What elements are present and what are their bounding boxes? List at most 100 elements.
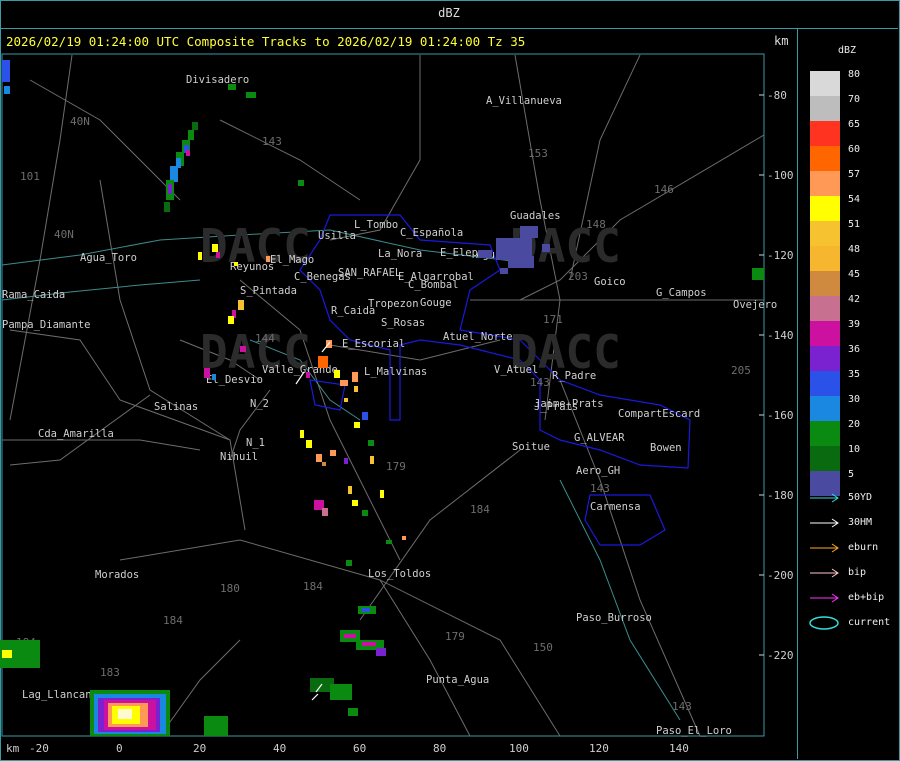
scale-label-20: 20 [848,419,861,430]
track-label-eb+bip: eb+bip [848,592,885,603]
svg-text:-100: -100 [767,169,794,182]
track-arrow-icon [810,593,839,603]
svg-text:120: 120 [589,742,609,755]
svg-text:179: 179 [386,460,406,473]
svg-text:143: 143 [262,135,282,148]
scale-swatch-10 [810,446,840,471]
svg-text:N_1: N_1 [246,437,265,449]
scale-swatch-39 [810,321,840,346]
svg-text:Divisadero: Divisadero [186,74,249,86]
svg-text:180: 180 [220,582,240,595]
svg-text:C_Bombal: C_Bombal [408,279,459,291]
svg-text:SAN_RAFAEL: SAN_RAFAEL [338,267,401,279]
scale-label-60: 60 [848,144,861,155]
radar-echo-cells [0,60,764,736]
scale-swatch-65 [810,121,840,146]
svg-text:Atuel_Norte: Atuel_Norte [443,331,513,343]
svg-text:203: 203 [568,270,588,283]
svg-text:Goico: Goico [594,276,626,288]
current-ellipse-icon [809,616,839,630]
track-arrow-icon [810,518,839,528]
window-title: dBZ [438,6,460,20]
svg-text:-180: -180 [767,489,794,502]
scale-label-51: 51 [848,219,861,230]
svg-text:A_Villanueva: A_Villanueva [486,95,562,107]
svg-text:Jaime_Prats: Jaime_Prats [534,398,604,410]
scale-label-5: 5 [848,469,855,480]
svg-text:80: 80 [433,742,446,755]
svg-text:Pampa_Diamante: Pampa_Diamante [2,319,91,331]
svg-text:V_Atuel: V_Atuel [494,364,538,376]
svg-text:143: 143 [590,482,610,495]
svg-text:Morados: Morados [95,569,139,581]
svg-text:N_2: N_2 [250,398,269,410]
svg-text:184: 184 [163,614,183,627]
svg-text:150: 150 [533,641,553,654]
svg-text:G_ALVEAR: G_ALVEAR [574,432,625,444]
svg-text:140: 140 [669,742,689,755]
svg-text:148: 148 [586,218,606,231]
scale-swatch-45 [810,271,840,296]
svg-text:20: 20 [193,742,206,755]
scale-label-80: 80 [848,69,861,80]
svg-text:Tropezon: Tropezon [368,298,419,310]
svg-text:0: 0 [116,742,123,755]
svg-text:-220: -220 [767,649,794,662]
svg-text:40: 40 [273,742,286,755]
svg-text:Los_Toldos: Los_Toldos [368,568,431,580]
radar-map[interactable]: DACC DACC DACC DACC 10140N40N 143153146 … [0,29,797,761]
scale-swatch-35 [810,371,840,396]
svg-text:183: 183 [100,666,120,679]
x-axis: km -20 0 20 40 60 80 100 120 140 [6,742,689,755]
svg-text:153: 153 [528,147,548,160]
svg-text:143: 143 [530,376,550,389]
svg-text:Aero_GH: Aero_GH [576,465,620,477]
track-label-30HM: 30HM [848,517,873,528]
scale-swatch-48 [810,246,840,271]
district-boundaries [299,214,691,546]
svg-text:-160: -160 [767,409,794,422]
scale-swatch-20 [810,421,840,446]
svg-text:CompartEscard: CompartEscard [618,408,700,420]
svg-text:R_Padre: R_Padre [552,370,596,382]
svg-text:Ovejero: Ovejero [733,299,777,311]
svg-text:40N: 40N [70,115,90,128]
svg-text:C_Española: C_Española [400,227,463,239]
svg-text:Cda_Amarilla: Cda_Amarilla [38,428,114,440]
svg-text:S_Pintada: S_Pintada [240,285,297,297]
scale-label-35: 35 [848,369,861,380]
svg-text:km: km [6,742,20,755]
scale-swatch-30 [810,396,840,421]
svg-text:146: 146 [654,183,674,196]
svg-text:Paso_El_Loro: Paso_El_Loro [656,725,732,737]
svg-text:-80: -80 [767,89,787,102]
svg-text:205: 205 [731,364,751,377]
svg-text:-120: -120 [767,249,794,262]
svg-text:Agua_Toro: Agua_Toro [80,252,137,264]
svg-text:La_Nora: La_Nora [378,248,422,260]
scale-label-10: 10 [848,444,861,455]
track-arrow-icon [810,543,839,553]
svg-text:101: 101 [20,170,40,183]
svg-text:171: 171 [543,313,563,326]
scale-label-45: 45 [848,269,861,280]
svg-text:100: 100 [509,742,529,755]
scale-swatch-51 [810,221,840,246]
scale-swatch-57 [810,171,840,196]
svg-text:-200: -200 [767,569,794,582]
scale-label-70: 70 [848,94,861,105]
track-label-current: current [848,617,891,628]
svg-text:Nihuil: Nihuil [220,451,258,463]
scale-label-48: 48 [848,244,861,255]
svg-text:Carmensa: Carmensa [590,501,641,513]
svg-text:Paso_Burroso: Paso_Burroso [576,612,652,624]
track-label-bip: bip [848,567,867,578]
track-arrow-icon [810,493,839,503]
svg-text:-20: -20 [29,742,49,755]
road-network [2,54,765,737]
svg-text:Soitue: Soitue [512,441,550,453]
scale-swatch-36 [810,346,840,371]
track-label-50YD: 50YD [848,492,873,503]
svg-text:E_Escorial: E_Escorial [342,338,405,350]
svg-text:L_Malvinas: L_Malvinas [364,366,427,378]
